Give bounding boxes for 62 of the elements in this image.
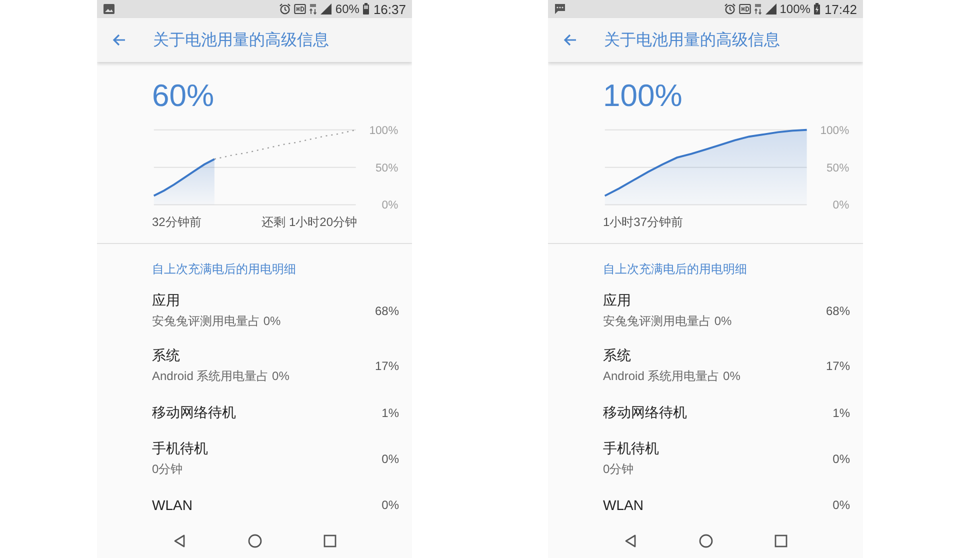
item-title[interactable]: 系统 bbox=[603, 347, 631, 366]
alarm-icon bbox=[724, 3, 736, 15]
battery-level-text: 100% bbox=[603, 78, 684, 114]
signal-icon bbox=[320, 3, 332, 15]
axis-tick-label: 0% bbox=[832, 200, 850, 212]
usage-percentage: 17% bbox=[826, 359, 850, 374]
home-icon[interactable] bbox=[246, 533, 262, 549]
item-title[interactable]: 应用 bbox=[152, 292, 180, 310]
time-label: 1小时37分钟前 bbox=[603, 214, 684, 231]
home-icon[interactable] bbox=[698, 533, 714, 549]
time-label: 32分钟前 bbox=[152, 214, 202, 231]
clock: 17:42 bbox=[824, 2, 857, 16]
axis-tick-label: 50% bbox=[826, 162, 850, 174]
hd-icon bbox=[294, 3, 306, 15]
item-subtitle: 0分钟 bbox=[152, 461, 183, 478]
usage-percentage: 1% bbox=[382, 406, 399, 420]
item-subtitle: 0分钟 bbox=[603, 461, 634, 478]
data-arrows-icon bbox=[309, 3, 318, 15]
item-title[interactable]: 移动网络待机 bbox=[603, 404, 687, 422]
item-title[interactable]: 手机待机 bbox=[152, 440, 208, 458]
usage-percentage: 0% bbox=[832, 498, 850, 512]
time-label: 还剩 1小时20分钟 bbox=[262, 214, 357, 231]
item-title[interactable]: 移动网络待机 bbox=[152, 404, 236, 422]
back-icon[interactable] bbox=[622, 533, 638, 549]
item-subtitle: Android 系统用电量占 0% bbox=[603, 368, 740, 386]
usage-percentage: 0% bbox=[832, 452, 850, 466]
section-header: 自上次充满电后的用电明细 bbox=[152, 260, 297, 278]
back-icon[interactable] bbox=[172, 533, 188, 549]
section-header: 自上次充满电后的用电明细 bbox=[603, 260, 748, 278]
usage-percentage: 0% bbox=[382, 498, 399, 512]
axis-tick-label: 100% bbox=[820, 124, 850, 137]
item-title[interactable]: 应用 bbox=[603, 292, 631, 310]
back-arrow-icon[interactable] bbox=[111, 32, 127, 48]
usage-percentage: 68% bbox=[826, 304, 850, 318]
screen-title: 关于电池用量的高级信息 bbox=[604, 30, 780, 50]
back-arrow-icon[interactable] bbox=[562, 32, 578, 48]
battery-percentage: 60% bbox=[335, 2, 360, 16]
clock: 16:37 bbox=[373, 2, 406, 16]
item-title[interactable]: 手机待机 bbox=[603, 440, 659, 458]
area-fill bbox=[154, 159, 214, 205]
signal-icon bbox=[764, 3, 777, 15]
usage-percentage: 0% bbox=[382, 452, 399, 466]
item-subtitle: 安兔兔评测用电量占 0% bbox=[603, 313, 732, 330]
hd-icon bbox=[738, 3, 751, 15]
usage-percentage: 17% bbox=[374, 359, 399, 374]
axis-tick-label: 50% bbox=[376, 162, 398, 174]
axis-tick-label: 0% bbox=[382, 200, 398, 212]
item-title[interactable]: WLAN bbox=[603, 497, 644, 514]
data-arrows-icon bbox=[754, 3, 762, 15]
axis-tick-label: 100% bbox=[369, 124, 398, 137]
item-title[interactable]: WLAN bbox=[152, 497, 192, 514]
item-subtitle: 安兔兔评测用电量占 0% bbox=[152, 313, 281, 330]
alarm-icon bbox=[279, 3, 292, 15]
recents-icon[interactable] bbox=[322, 533, 338, 549]
item-title[interactable]: 系统 bbox=[152, 347, 180, 366]
usage-percentage: 1% bbox=[832, 406, 850, 420]
recents-icon[interactable] bbox=[772, 533, 788, 549]
battery-level-text: 60% bbox=[152, 78, 216, 114]
battery-percentage: 100% bbox=[780, 2, 810, 16]
item-subtitle: Android 系统用电量占 0% bbox=[152, 368, 290, 386]
screen-title: 关于电池用量的高级信息 bbox=[153, 30, 329, 50]
usage-percentage: 68% bbox=[374, 304, 399, 318]
